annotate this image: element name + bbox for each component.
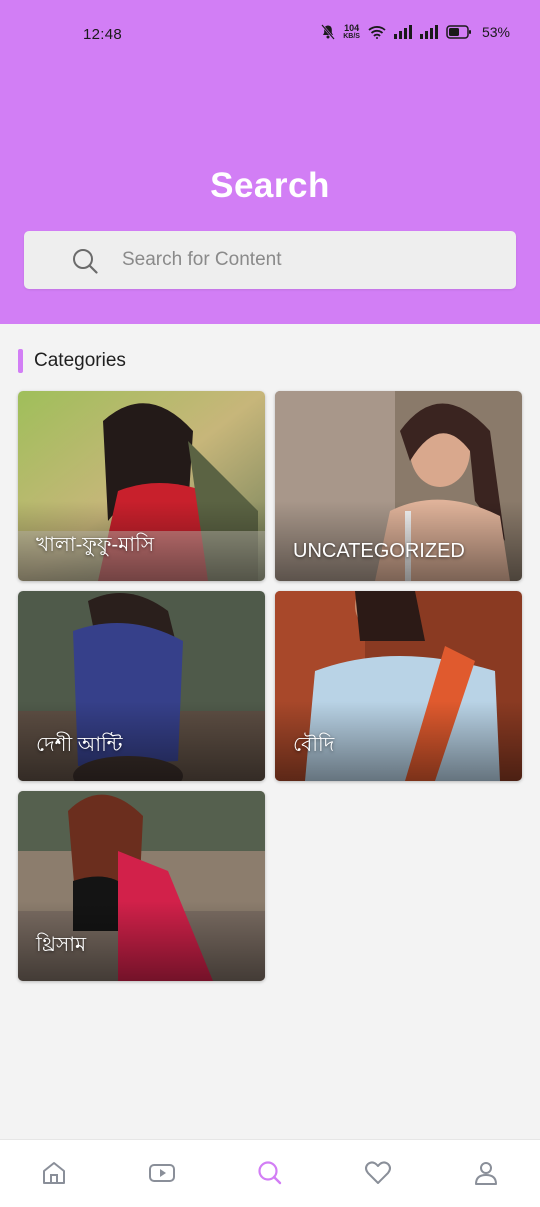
status-time: 12:48	[83, 26, 123, 43]
profile-icon	[475, 1162, 497, 1185]
page-title: Search	[210, 166, 330, 205]
nav-search[interactable]	[250, 1160, 290, 1190]
video-icon	[149, 1164, 175, 1182]
category-card-deshi-aunty[interactable]: দেশী আন্টি	[18, 591, 265, 781]
category-card-uncategorized[interactable]: UNCATEGORIZED	[275, 391, 522, 581]
bottom-nav	[0, 1139, 540, 1207]
nav-videos[interactable]	[142, 1160, 182, 1190]
categories-header: Categories	[18, 349, 126, 373]
category-label: দেশী আন্টি	[36, 734, 123, 756]
category-card-khala[interactable]: খালা-ফুফু-মাসি	[18, 391, 265, 581]
nav-home[interactable]	[34, 1160, 74, 1190]
wifi-icon	[368, 26, 386, 39]
category-label: বৌদি	[293, 734, 335, 756]
battery-percent: 53%	[481, 24, 510, 40]
nav-favorites[interactable]	[358, 1160, 398, 1190]
category-card-boudi[interactable]: বৌদি	[275, 591, 522, 781]
battery-icon	[446, 25, 471, 39]
status-icons: 104 KB/S 53%	[321, 24, 510, 40]
category-card-threesome[interactable]: থ্রিসাম	[18, 791, 265, 981]
search-icon	[73, 249, 98, 274]
category-label: UNCATEGORIZED	[293, 540, 465, 562]
search-input[interactable]	[122, 231, 502, 289]
category-label: থ্রিসাম	[36, 934, 87, 956]
categories-title: Categories	[34, 350, 126, 371]
section-accent-bar	[18, 349, 23, 373]
heart-icon	[365, 1161, 391, 1184]
signal-icon-2	[419, 25, 438, 39]
signal-icon	[393, 25, 412, 39]
home-icon	[43, 1162, 65, 1184]
net-speed-unit: KB/S	[343, 33, 360, 40]
status-bar: 12:48 104 KB/S 53%	[0, 0, 540, 68]
net-speed-value: 104	[344, 23, 360, 33]
search-icon	[258, 1161, 282, 1185]
network-speed: 104 KB/S	[343, 23, 360, 41]
nav-profile[interactable]	[466, 1160, 506, 1190]
search-box[interactable]	[24, 231, 516, 289]
header: 12:48 104 KB/S 53% Search Search for Con…	[0, 0, 540, 324]
category-label: খালা-ফুফু-মাসি	[36, 534, 155, 556]
mute-bell-icon	[321, 24, 336, 40]
